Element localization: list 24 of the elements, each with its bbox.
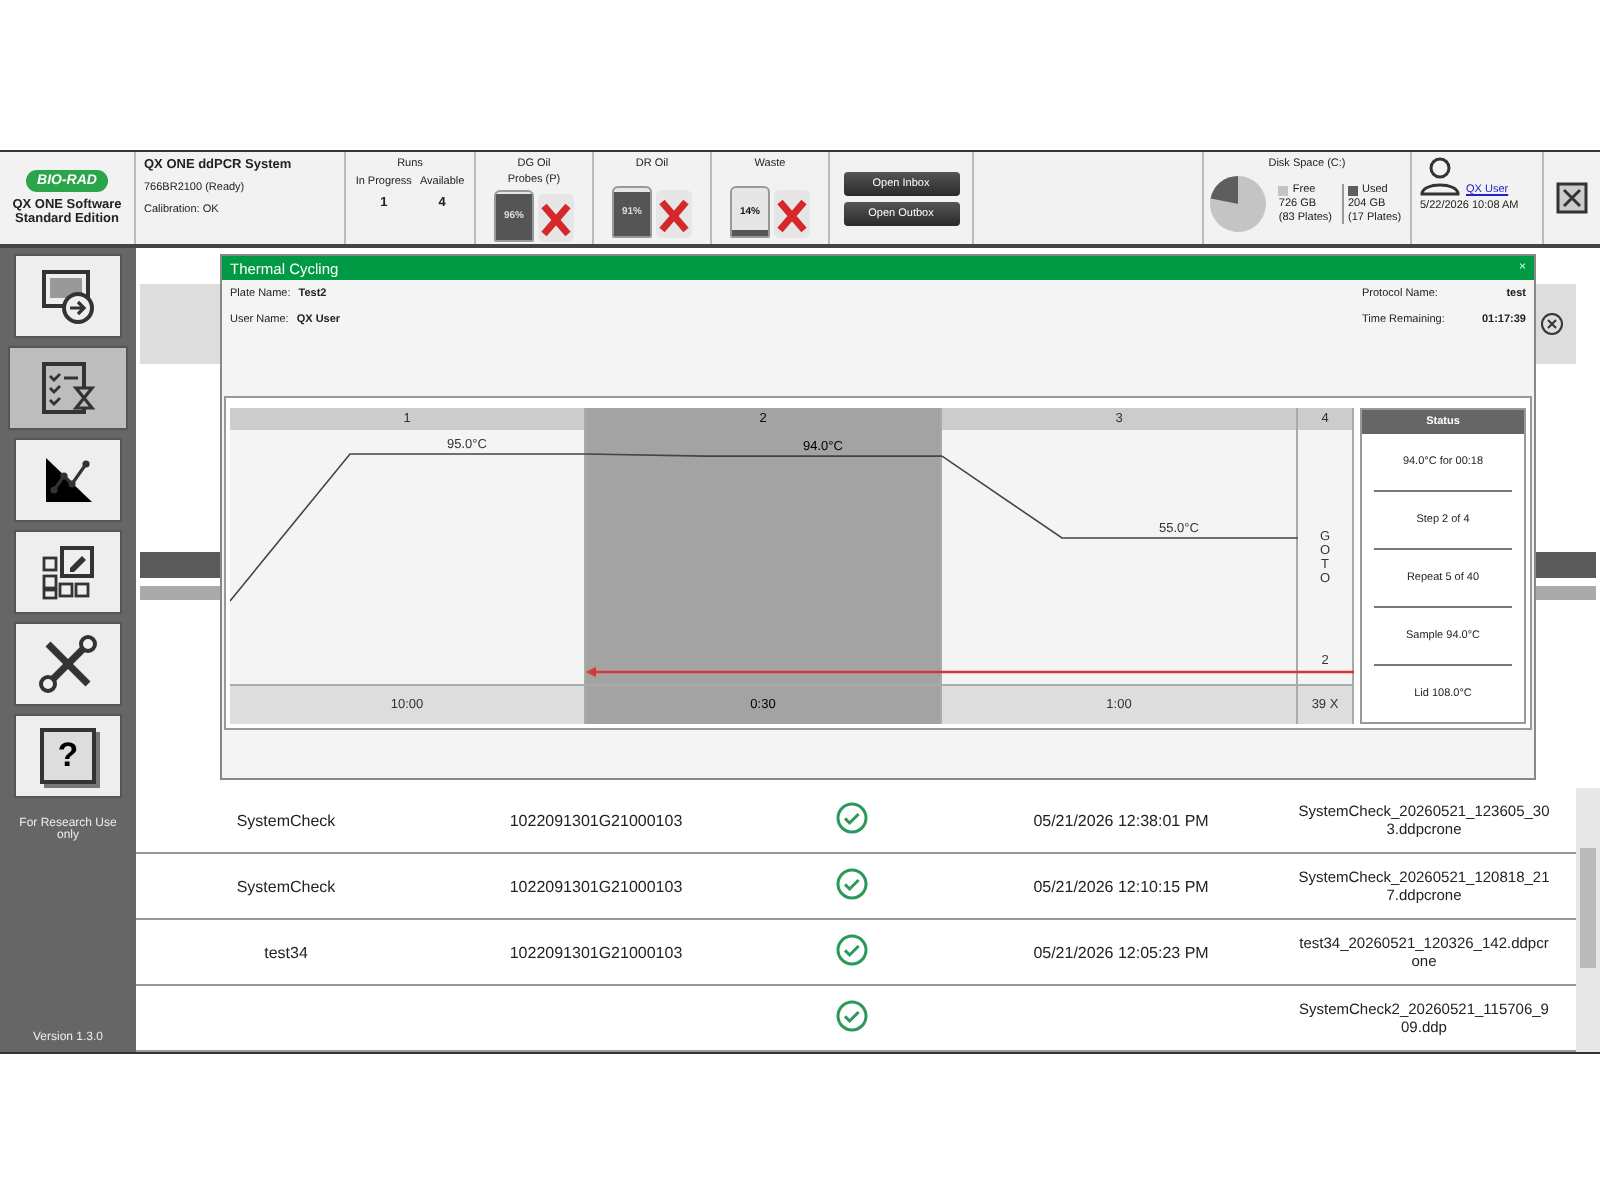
plate-arrow-icon xyxy=(38,266,98,326)
nav-button[interactable] xyxy=(14,622,122,706)
nav-button[interactable]: ? xyxy=(14,714,122,798)
barcode-cell-text: 1022091301G21000103 xyxy=(507,943,685,961)
checklist-hourglass-icon xyxy=(38,358,98,418)
wrench-screwdriver-icon xyxy=(38,634,98,694)
nav-button[interactable] xyxy=(8,346,128,430)
user-icon xyxy=(1420,156,1460,196)
barcode-cell-text: 1022091301G21000103 xyxy=(507,877,685,895)
close-circle-icon[interactable] xyxy=(1540,312,1564,336)
date-cell-text: 05/21/2026 12:05:23 PM xyxy=(1031,943,1211,961)
date-cell-text: 05/21/2026 12:10:15 PM xyxy=(1031,877,1211,895)
nav-button[interactable] xyxy=(14,438,122,522)
nav-button[interactable] xyxy=(14,254,122,338)
name-cell-text: test34 xyxy=(262,943,310,961)
nav-button[interactable] xyxy=(14,530,122,614)
grid-pencil-icon xyxy=(38,542,98,602)
name-cell-text: SystemCheck xyxy=(234,877,338,895)
barcode-cell-text: 1022091301G21000103 xyxy=(507,811,685,829)
close-icon[interactable] xyxy=(1556,182,1588,214)
date-cell-text: 05/21/2026 12:38:01 PM xyxy=(1031,811,1211,829)
help-icon: ? xyxy=(40,728,96,784)
name-cell-text: SystemCheck xyxy=(234,811,338,829)
scrollbar[interactable] xyxy=(1576,788,1600,1052)
